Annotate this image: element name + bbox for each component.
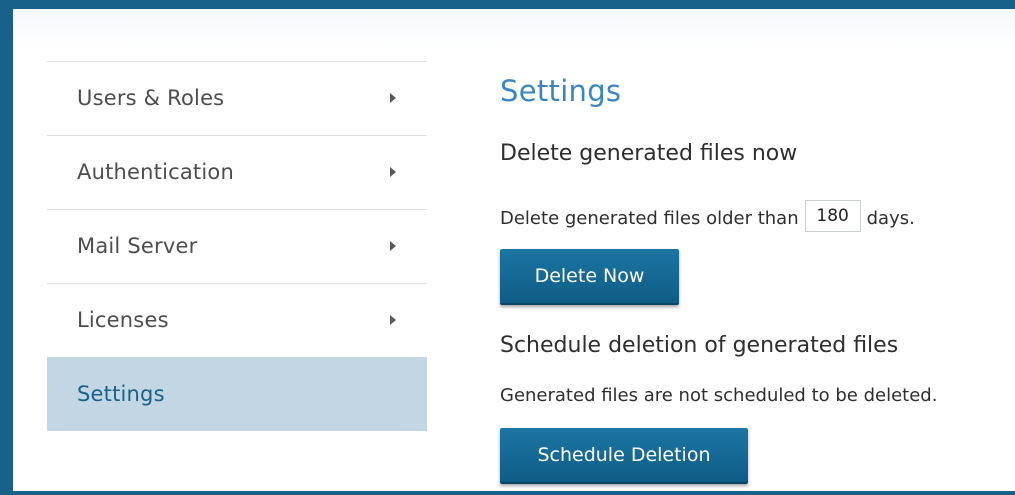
app-frame: Users & Roles Authentication Mail Server… — [0, 0, 1015, 495]
chevron-right-icon — [390, 93, 396, 103]
sidebar-item-authentication[interactable]: Authentication — [47, 135, 427, 209]
schedule-section-heading: Schedule deletion of generated files — [500, 333, 899, 358]
sidebar: Users & Roles Authentication Mail Server… — [47, 61, 427, 431]
schedule-deletion-button[interactable]: Schedule Deletion — [500, 428, 748, 484]
sidebar-item-licenses[interactable]: Licenses — [47, 283, 427, 357]
days-label: days. — [866, 208, 915, 229]
sidebar-item-label: Mail Server — [77, 234, 198, 258]
sidebar-item-label: Users & Roles — [77, 86, 225, 110]
schedule-status-text: Generated files are not scheduled to be … — [500, 385, 938, 406]
days-input[interactable] — [804, 200, 861, 232]
sidebar-item-label: Settings — [77, 382, 165, 406]
page-title: Settings — [500, 74, 622, 108]
sidebar-item-mail-server[interactable]: Mail Server — [47, 209, 427, 283]
chevron-right-icon — [390, 315, 396, 325]
chevron-right-icon — [390, 167, 396, 177]
sidebar-item-users-roles[interactable]: Users & Roles — [47, 61, 427, 135]
delete-older-than-label: Delete generated files older than — [500, 208, 799, 229]
chevron-right-icon — [390, 241, 396, 251]
sidebar-item-settings[interactable]: Settings — [47, 357, 427, 431]
delete-section-heading: Delete generated files now — [500, 141, 798, 166]
sidebar-item-label: Licenses — [77, 308, 169, 332]
sidebar-item-label: Authentication — [77, 160, 234, 184]
delete-older-than-row: Delete generated files older than days. — [500, 200, 915, 235]
delete-now-button[interactable]: Delete Now — [500, 249, 679, 305]
